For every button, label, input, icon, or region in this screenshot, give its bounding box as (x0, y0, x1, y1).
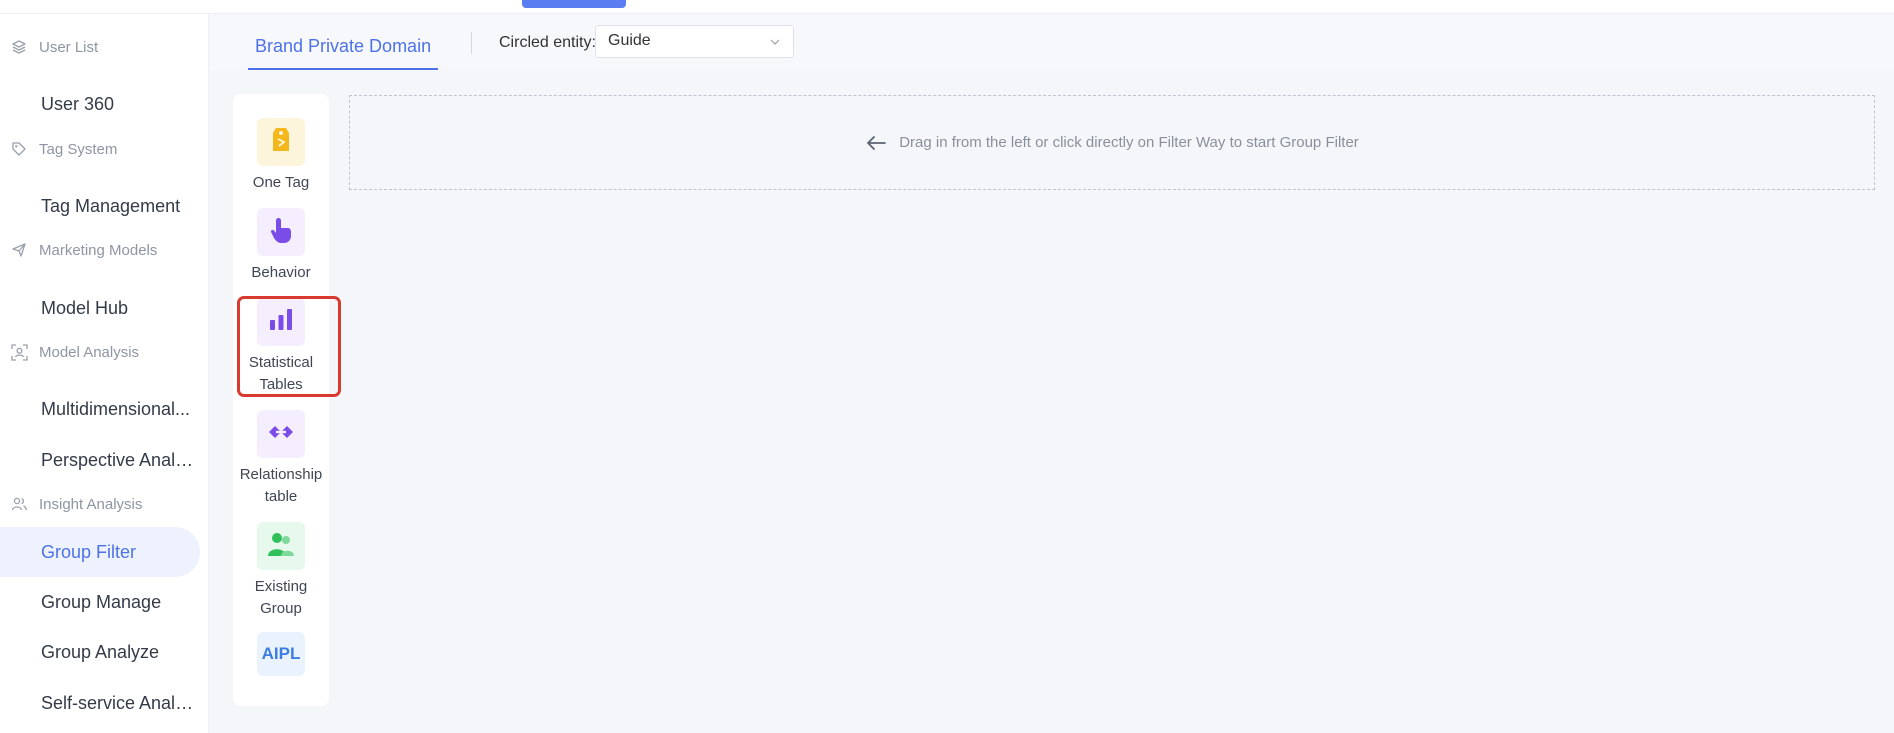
aipl-tile: AIPL (257, 632, 305, 676)
sidebar-item-label: Tag Management (41, 195, 181, 216)
sidebar-item-group-analyze[interactable]: Group Analyze (0, 627, 200, 677)
circled-entity-value: Guide (608, 32, 651, 49)
sidebar-item-tag-management[interactable]: Tag Management (0, 181, 200, 231)
filter-way-label: Statistical Tables (248, 354, 314, 393)
filter-way-relationship-table[interactable]: Relationship table (233, 410, 329, 508)
sidebar-section-label: Tag System (39, 140, 118, 158)
sidebar-item-label: Perspective Analy... (41, 449, 197, 470)
sidebar-section-label: Model Analysis (39, 343, 140, 361)
sidebar-item-multidimensional[interactable]: Multidimensional... (0, 384, 200, 434)
link-icon (266, 421, 296, 448)
sidebar-section-marketing-models: Marketing Models (0, 236, 209, 264)
send-icon (10, 241, 28, 259)
sidebar-item-perspective-analysis[interactable]: Perspective Analy... (0, 435, 200, 485)
sidebar-item-user-360[interactable]: User 360 (0, 79, 200, 129)
bar-chart-icon (267, 307, 295, 338)
group-filter-dropzone[interactable]: Drag in from the left or click directly … (349, 95, 1875, 190)
scan-user-icon (10, 343, 28, 361)
filter-way-label: Behavior (251, 264, 311, 281)
group-icon (10, 495, 28, 513)
filter-way-aipl[interactable]: AIPL (233, 632, 329, 676)
sidebar-item-label: Self-service Analy... (41, 692, 197, 713)
sidebar-section-tag-system: Tag System (0, 135, 209, 163)
dropzone-text: Drag in from the left or click directly … (899, 134, 1359, 151)
sidebar-item-label: User 360 (41, 93, 115, 114)
sidebar-section-label: User List (39, 38, 99, 56)
sidebar-section-label: Marketing Models (39, 241, 158, 259)
sidebar-item-label: Group Analyze (41, 641, 160, 662)
sidebar-item-model-hub[interactable]: Model Hub (0, 283, 200, 333)
pointer-hand-icon (268, 215, 294, 250)
tab-brand-private-domain[interactable]: Brand Private Domain (248, 24, 439, 70)
statistical-tables-tile (257, 298, 305, 346)
sidebar-item-self-service-analysis[interactable]: Self-service Analy... (0, 678, 200, 728)
filter-way-existing-group[interactable]: Existing Group (233, 522, 329, 620)
filter-way-label: Relationship table (239, 466, 323, 505)
sidebar-item-group-filter[interactable]: Group Filter (0, 527, 200, 577)
aipl-text-icon: AIPL (261, 644, 301, 663)
filter-way-statistical-tables[interactable]: Statistical Tables (233, 298, 329, 396)
dropzone-hint: Drag in from the left or click directly … (865, 134, 1359, 151)
arrow-left-icon (865, 135, 887, 151)
sidebar-section-model-analysis: Model Analysis (0, 338, 209, 366)
sidebar-section-insight-analysis: Insight Analysis (0, 490, 209, 518)
sidebar-section-user-list: User List (0, 33, 209, 61)
sidebar-item-group-manage[interactable]: Group Manage (0, 577, 200, 627)
header-divider (471, 32, 472, 54)
one-tag-tile (257, 118, 305, 166)
filter-way-label: Existing Group (254, 578, 308, 617)
circled-entity-label: Circled entity: (499, 34, 596, 51)
existing-group-tile (257, 522, 305, 570)
filter-way-one-tag[interactable]: One Tag (233, 118, 329, 194)
sidebar: User List User 360 Tag System Tag Manage… (0, 14, 209, 733)
circled-entity-select[interactable]: Guide (595, 25, 794, 58)
top-indicator (522, 0, 626, 8)
page-header: Brand Private Domain Circled entity: Gui… (210, 14, 1894, 70)
behavior-tile (257, 208, 305, 256)
top-bar (0, 0, 1894, 14)
sidebar-item-label: Model Hub (41, 297, 129, 318)
filter-way-panel: One Tag Behavior Statistical Tables Rela… (233, 94, 329, 706)
sidebar-section-label: Insight Analysis (39, 495, 143, 513)
sidebar-item-label: Group Manage (41, 591, 162, 612)
tag-icon (268, 125, 294, 160)
relationship-table-tile (257, 410, 305, 458)
users-icon (266, 530, 296, 563)
chevron-down-icon (769, 35, 781, 53)
layers-icon (10, 38, 28, 56)
tag-icon (10, 140, 28, 158)
filter-way-behavior[interactable]: Behavior (233, 208, 329, 284)
sidebar-item-label: Multidimensional... (41, 398, 191, 419)
filter-way-label: One Tag (252, 174, 310, 191)
sidebar-item-label: Group Filter (41, 541, 137, 562)
